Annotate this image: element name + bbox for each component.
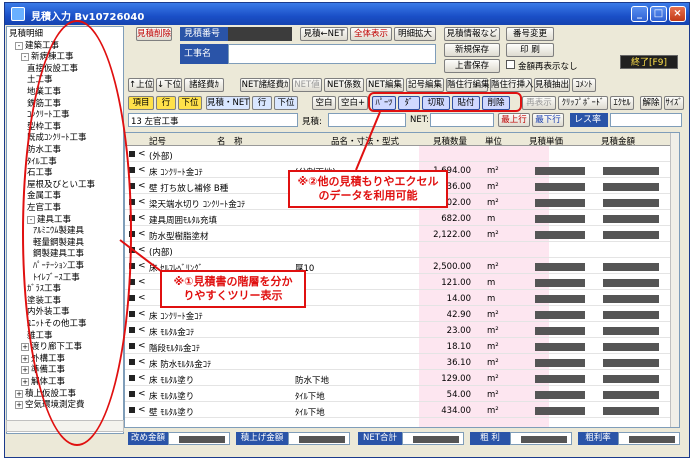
annotation-arrows: [119, 111, 381, 279]
callout-tree-view-line2: りやすくツリー表示: [183, 289, 283, 302]
callout-tree-view-line1: ※①見積書の階層を分か: [173, 275, 293, 288]
callout-data-reuse: ※②他の見積もりやエクセル のデータを利用可能: [288, 170, 448, 208]
callout-data-reuse-line1: ※②他の見積もりやエクセル: [297, 175, 439, 188]
callout-data-reuse-line2: のデータを利用可能: [318, 189, 418, 202]
callout-tree-view: ※①見積書の階層を分か りやすくツリー表示: [160, 270, 306, 308]
arrow-2: [355, 111, 381, 171]
